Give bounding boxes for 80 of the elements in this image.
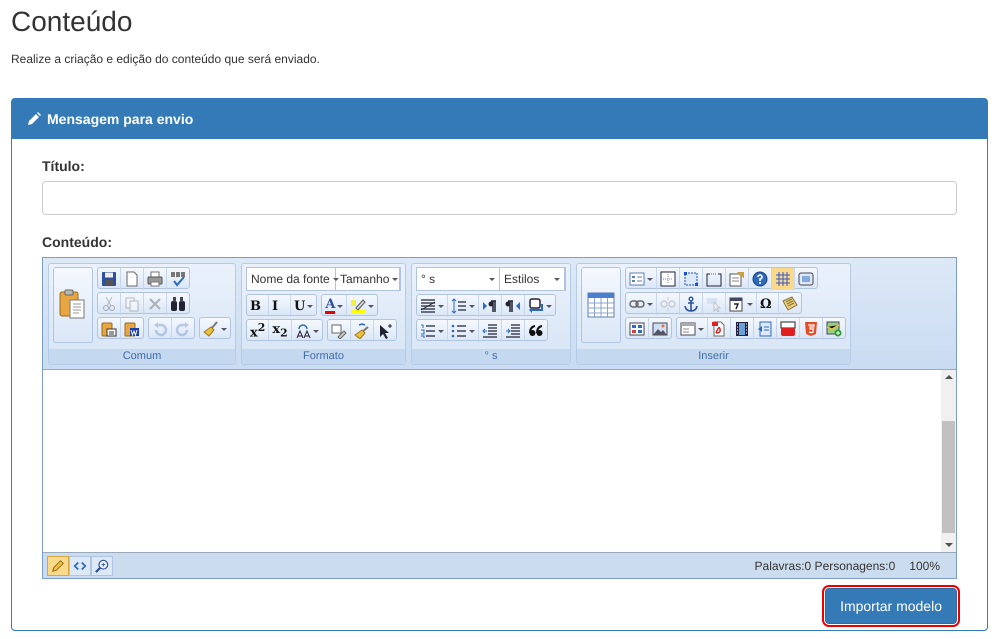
clipboard-button[interactable] [53, 267, 93, 343]
code-tab[interactable] [69, 556, 91, 576]
undo-arrow-icon [152, 321, 168, 337]
clipboard-icon [101, 321, 117, 337]
format-button[interactable]: U [291, 295, 316, 317]
grid-button[interactable] [772, 268, 795, 290]
template-icon [729, 271, 745, 287]
format-button[interactable]: x$_{2}$ [269, 320, 292, 342]
table-button[interactable] [581, 267, 621, 343]
field-label: Título: [42, 158, 86, 174]
group-label: Comum [49, 349, 235, 364]
quote-icon [528, 323, 544, 339]
word-count: Palavras:0 Personagens:0 [754, 558, 896, 572]
flash-icon [757, 321, 773, 337]
page-title: Conteúdo [11, 5, 134, 39]
printer-icon [147, 271, 163, 287]
import-button[interactable]: Importar modelo [825, 588, 957, 624]
format-button[interactable]: I [269, 295, 291, 317]
align-icon [420, 298, 436, 314]
anchor-icon [683, 296, 699, 312]
scissors-icon [101, 296, 117, 312]
clipboard-icon [124, 321, 140, 337]
image-icon [652, 321, 668, 337]
eraser-icon [330, 323, 347, 339]
redo-arrow-icon [175, 321, 191, 337]
format-button[interactable]: x$^{2}$ [247, 320, 270, 342]
format-button[interactable]: A [322, 295, 348, 317]
dropdown[interactable]: ° s [417, 268, 500, 290]
scrollbar[interactable] [941, 370, 956, 552]
copy-icon [124, 296, 140, 312]
container-icon [683, 271, 699, 287]
group-label: Inserir [577, 349, 850, 364]
page-subtitle: Realize a criação e edição do conteúdo que será enviado. [11, 52, 321, 66]
dropdown[interactable]: Nome da fonte [247, 268, 336, 290]
cross-icon [147, 296, 163, 312]
shield-icon [803, 321, 819, 337]
spelling-icon [170, 271, 186, 287]
text-direction-icon [505, 298, 521, 314]
case-change-icon [294, 323, 311, 339]
field-label: Conteúdo: [42, 234, 113, 250]
text-direction-icon [482, 298, 498, 314]
binoculars-icon [170, 296, 186, 312]
page-icon [124, 271, 140, 287]
group-label: ° s [412, 349, 570, 364]
help-icon [752, 271, 768, 287]
dropdown[interactable]: Estilos [500, 268, 565, 290]
dropdown[interactable]: Tamanho [336, 268, 400, 290]
panel-title: Mensagem para envio [47, 111, 194, 127]
form-icon [629, 271, 645, 287]
numbered-list-icon [420, 323, 436, 339]
grid-icon [775, 271, 791, 287]
group-label: Formato [242, 349, 405, 364]
line-break-icon [528, 298, 544, 314]
zoom-level: 100% [909, 558, 940, 572]
map-icon [826, 321, 842, 337]
pencil-icon [51, 558, 65, 572]
keyboard-icon [782, 296, 798, 312]
frame-icon [798, 271, 814, 287]
brush-icon [354, 323, 370, 339]
fieldset-icon [706, 271, 722, 287]
image-map-icon [706, 296, 722, 312]
line-spacing-icon [451, 298, 467, 314]
calendar-icon [729, 296, 745, 312]
indent-icon [505, 323, 521, 339]
format-button[interactable]: B [247, 295, 269, 317]
bulleted-list-icon [451, 323, 467, 339]
broken-chain-icon [660, 296, 676, 312]
table-cells-icon [629, 321, 645, 337]
film-icon [734, 321, 750, 337]
zoom-tab[interactable] [91, 556, 113, 576]
title-input[interactable] [42, 181, 957, 215]
highlighter-icon [350, 298, 366, 314]
pdf-icon [711, 321, 727, 337]
pencil-icon [27, 112, 41, 126]
zoom-icon [95, 558, 109, 572]
pencil-tab[interactable] [47, 556, 69, 576]
format-button[interactable]: Ω [757, 293, 779, 315]
outdent-icon [482, 323, 498, 339]
layout-icon [680, 321, 696, 337]
cell-icon [660, 271, 676, 287]
